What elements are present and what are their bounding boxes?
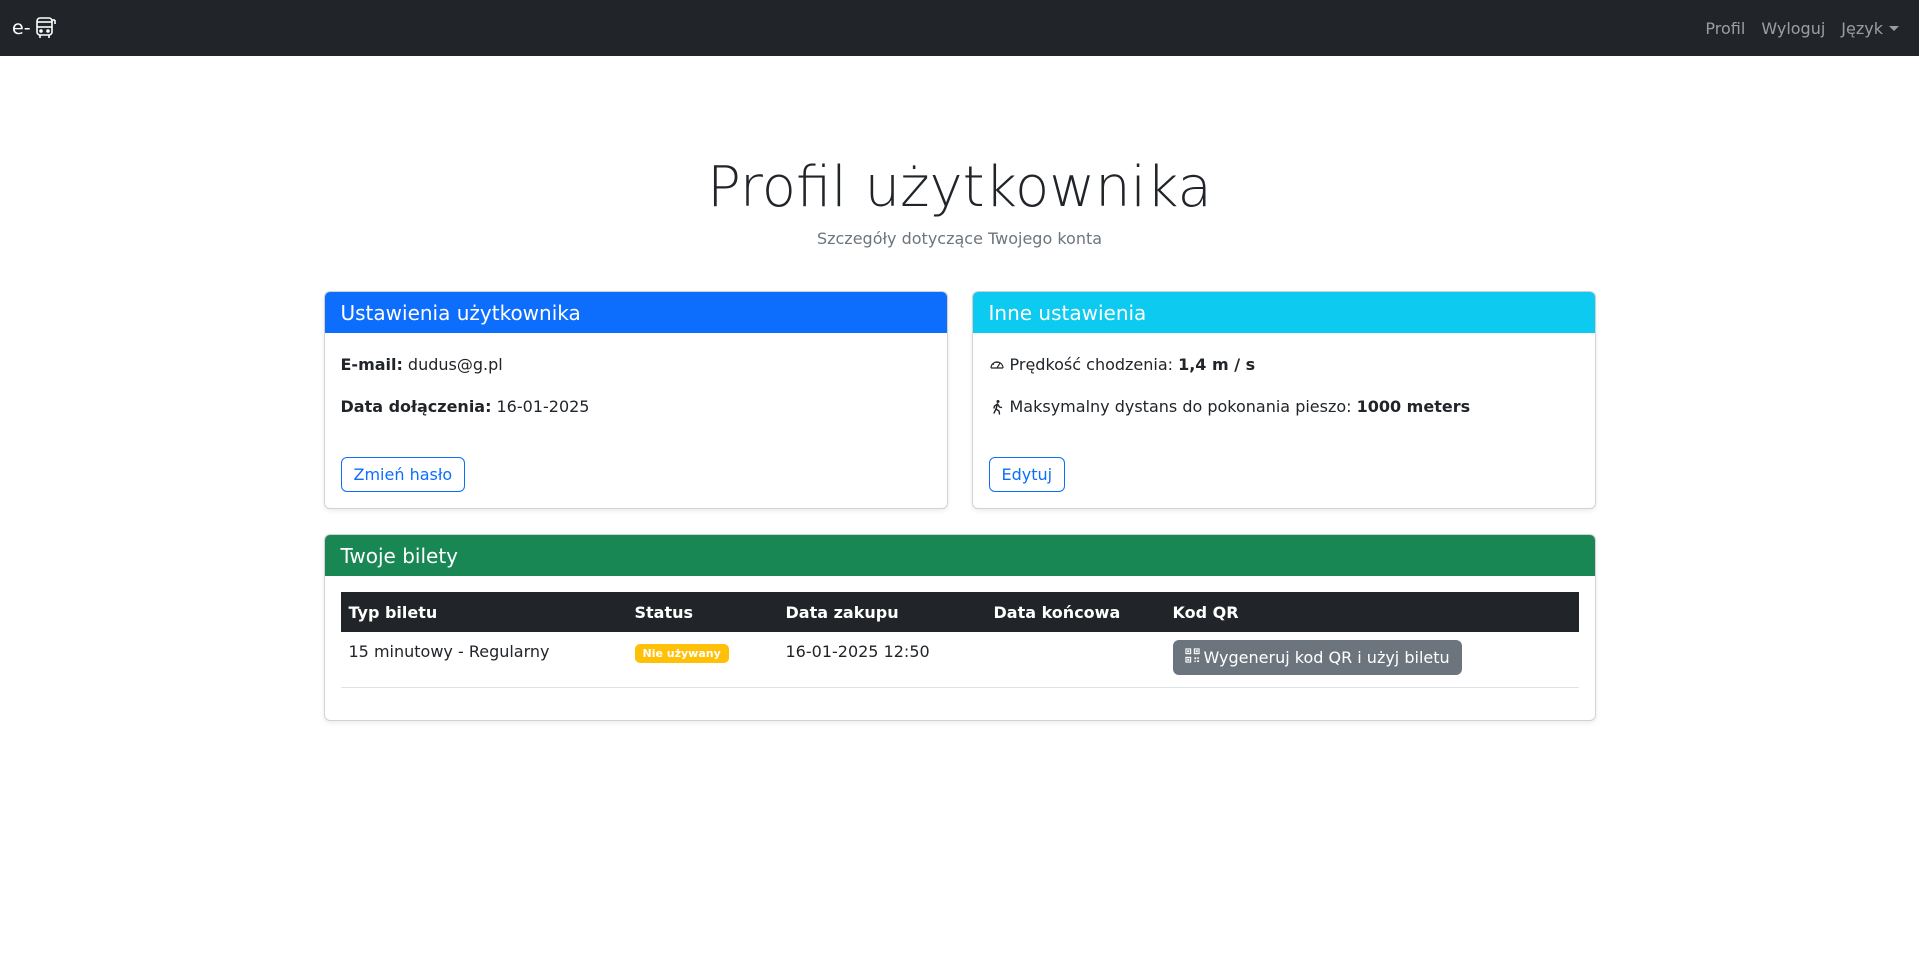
- ticket-purchase-date: 16-01-2025 12:50: [777, 632, 986, 688]
- page-header: Profil użytkownika Szczegóły dotyczące T…: [0, 56, 1919, 248]
- ticket-qr-cell: Wygeneruj kod QR i użyj biletu: [1164, 632, 1579, 688]
- email-label: E-mail:: [340, 355, 403, 375]
- joined-value: 16-01-2025: [496, 397, 590, 417]
- generate-qr-button[interactable]: Wygeneruj kod QR i użyj biletu: [1172, 640, 1462, 676]
- ticket-end-date: [985, 632, 1165, 688]
- email-value: dudus@g.pl: [407, 355, 503, 375]
- tickets-header: Twoje bilety: [324, 535, 1595, 577]
- ticket-status-cell: Nie używany: [626, 632, 778, 688]
- column-header-purchase-date: Data zakupu: [785, 602, 899, 622]
- user-settings-header: Ustawienia użytkownika: [324, 292, 947, 334]
- other-settings-header: Inne ustawienia: [972, 292, 1595, 334]
- change-password-button[interactable]: Zmień hasło: [340, 457, 466, 493]
- nav-logout-link[interactable]: Wyloguj: [1753, 11, 1833, 46]
- nav-language-dropdown[interactable]: Język: [1833, 11, 1907, 46]
- bus-icon: [33, 16, 57, 40]
- column-header-type: Typ biletu: [348, 602, 438, 622]
- main-content: Ustawienia użytkownika E-mail: dudus@g.p…: [323, 291, 1596, 721]
- generate-qr-label: Wygeneruj kod QR i użyj biletu: [1203, 648, 1450, 668]
- user-settings-card: Ustawienia użytkownika E-mail: dudus@g.p…: [323, 291, 948, 510]
- top-navbar: e- Profil Wyloguj Język: [0, 0, 1919, 56]
- brand-text: e-: [12, 17, 31, 39]
- max-distance-row: Maksymalny dystans do pokonania pieszo: …: [989, 395, 1579, 419]
- max-distance-label: Maksymalny dystans do pokonania pieszo:: [1009, 397, 1352, 417]
- tickets-table: Typ biletu Status Data zakupu Data końco…: [340, 592, 1579, 688]
- brand-link[interactable]: e-: [12, 16, 57, 40]
- status-badge: Nie używany: [634, 644, 729, 664]
- joined-row: Data dołączenia: 16-01-2025: [341, 395, 931, 419]
- speedometer-icon: [989, 357, 1005, 373]
- other-settings-body: Prędkość chodzenia: 1,4 m / s Maksymalny…: [973, 333, 1595, 508]
- person-walking-icon: [989, 399, 1005, 415]
- qr-code-icon: [1184, 648, 1200, 667]
- walking-speed-row: Prędkość chodzenia: 1,4 m / s: [989, 353, 1579, 377]
- table-row: 15 minutowy - Regularny Nie używany 16-0…: [340, 632, 1579, 688]
- column-header-end-date: Data końcowa: [993, 602, 1121, 622]
- user-settings-body: E-mail: dudus@g.pl Data dołączenia: 16-0…: [325, 333, 947, 508]
- settings-row: Ustawienia użytkownika E-mail: dudus@g.p…: [323, 291, 1596, 510]
- page-title: Profil użytkownika: [707, 155, 1212, 220]
- other-settings-card: Inne ustawienia Prędkość chodzenia: 1,4 …: [971, 291, 1596, 510]
- tickets-body: Typ biletu Status Data zakupu Data końco…: [325, 576, 1595, 720]
- column-header-status: Status: [634, 602, 694, 622]
- nav-profile-link[interactable]: Profil: [1697, 11, 1753, 46]
- language-label: Język: [1841, 18, 1883, 38]
- joined-label: Data dołączenia:: [340, 397, 492, 417]
- nav-links: Profil Wyloguj Język: [1697, 11, 1907, 46]
- max-distance-value: 1000 meters: [1356, 397, 1471, 417]
- column-header-qr: Kod QR: [1172, 602, 1239, 622]
- walking-speed-label: Prędkość chodzenia:: [1009, 355, 1174, 375]
- email-row: E-mail: dudus@g.pl: [341, 353, 931, 377]
- ticket-type: 15 minutowy - Regularny: [340, 632, 627, 688]
- caret-down-icon: [1889, 25, 1899, 31]
- tickets-table-header: Typ biletu Status Data zakupu Data końco…: [340, 592, 1579, 633]
- edit-button[interactable]: Edytuj: [988, 457, 1066, 493]
- tickets-card: Twoje bilety Typ biletu Status Data zaku…: [323, 534, 1596, 721]
- page-subtitle: Szczegóły dotyczące Twojego konta: [816, 229, 1103, 249]
- walking-speed-value: 1,4 m / s: [1178, 355, 1256, 375]
